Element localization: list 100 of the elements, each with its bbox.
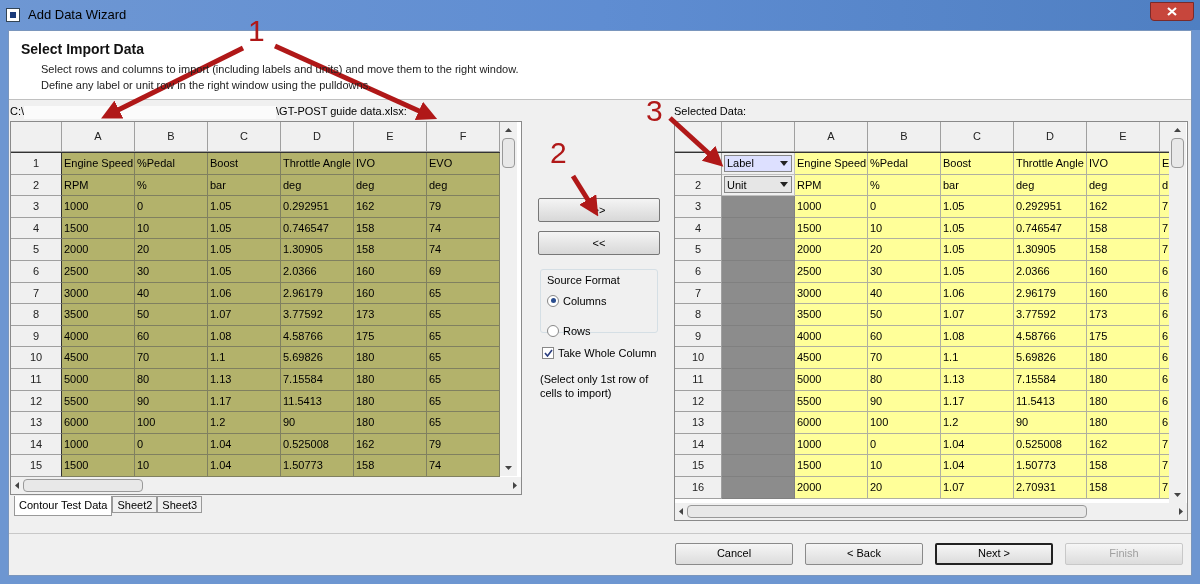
row-header[interactable]: 4	[11, 217, 62, 240]
table-cell[interactable]: 11.5413	[1014, 390, 1087, 413]
column-header[interactable]: A	[795, 122, 868, 152]
table-cell[interactable]: 1.04	[208, 433, 281, 456]
table-cell[interactable]: 1.08	[208, 325, 281, 348]
table-cell[interactable]: 4500	[62, 347, 135, 369]
table-cell[interactable]: 65	[427, 325, 500, 348]
table-cell[interactable]: IVO	[1087, 153, 1160, 175]
sheet-tab[interactable]: Sheet2	[112, 495, 158, 513]
horizontal-scrollbar[interactable]	[675, 503, 1187, 520]
table-cell[interactable]: Throttle Angle	[1014, 153, 1087, 175]
table-cell[interactable]: 65	[427, 390, 500, 413]
table-cell[interactable]: 5500	[795, 390, 868, 413]
table-cell[interactable]: 1.13	[208, 368, 281, 391]
table-cell[interactable]: 50	[868, 304, 941, 326]
table-cell[interactable]: 5500	[62, 390, 135, 413]
table-cell[interactable]: 10	[135, 217, 208, 240]
vertical-scrollbar[interactable]	[1169, 122, 1186, 503]
table-cell[interactable]: 74	[427, 217, 500, 240]
sheet-tab[interactable]: Sheet3	[157, 495, 203, 513]
table-cell[interactable]: 158	[1087, 217, 1160, 240]
table-cell[interactable]: 100	[135, 412, 208, 434]
table-cell[interactable]: EVO	[427, 153, 500, 175]
table-cell[interactable]: 90	[1014, 412, 1087, 434]
row-header[interactable]: 9	[675, 325, 722, 348]
table-cell[interactable]: 1.06	[208, 282, 281, 305]
scrollbar-thumb[interactable]	[1171, 138, 1184, 168]
row-header[interactable]: 8	[675, 304, 722, 326]
row-header[interactable]: 7	[11, 282, 62, 305]
remove-button[interactable]: <<	[538, 231, 660, 255]
table-cell[interactable]: 158	[354, 455, 427, 477]
table-cell[interactable]: 3500	[62, 304, 135, 326]
table-cell[interactable]: 1000	[62, 196, 135, 218]
scroll-left-icon[interactable]	[15, 481, 19, 489]
row-header[interactable]: 9	[11, 325, 62, 348]
table-cell[interactable]: 180	[354, 347, 427, 369]
table-cell[interactable]: 1.05	[208, 217, 281, 240]
table-cell[interactable]: 90	[281, 412, 354, 434]
wizard-button[interactable]: Cancel	[675, 542, 793, 565]
table-cell[interactable]: 7	[1160, 239, 1169, 261]
scrollbar-thumb[interactable]	[502, 138, 515, 168]
table-cell[interactable]: 1.30905	[281, 239, 354, 261]
table-cell[interactable]: 158	[354, 217, 427, 240]
table-cell[interactable]: 5.69826	[1014, 347, 1087, 369]
table-cell[interactable]: 20	[868, 476, 941, 499]
table-cell[interactable]: 5.69826	[281, 347, 354, 369]
table-cell[interactable]: 90	[135, 390, 208, 413]
table-cell[interactable]: 180	[1087, 390, 1160, 413]
table-cell[interactable]: 65	[427, 347, 500, 369]
table-cell[interactable]: 80	[135, 368, 208, 391]
table-cell[interactable]: 4.58766	[1014, 325, 1087, 348]
table-cell[interactable]: Boost	[208, 153, 281, 175]
table-cell[interactable]: 0.746547	[1014, 217, 1087, 240]
table-cell[interactable]: 30	[135, 260, 208, 283]
table-cell[interactable]: 3.77592	[1014, 304, 1087, 326]
table-cell[interactable]: 10	[135, 455, 208, 477]
table-cell[interactable]: 6000	[795, 412, 868, 434]
table-cell[interactable]: 5000	[62, 368, 135, 391]
table-cell[interactable]: 1000	[795, 433, 868, 456]
table-cell[interactable]: 3000	[62, 282, 135, 305]
table-cell[interactable]: 0.292951	[1014, 196, 1087, 218]
row-header[interactable]: 11	[11, 368, 62, 391]
table-cell[interactable]: RPM	[795, 174, 868, 197]
table-cell[interactable]: %Pedal	[135, 153, 208, 175]
table-cell[interactable]: 100	[868, 412, 941, 434]
table-cell[interactable]: 2500	[795, 260, 868, 283]
role-dropdown[interactable]: Label	[724, 154, 792, 172]
table-cell[interactable]: 10	[868, 217, 941, 240]
close-button[interactable]	[1150, 1, 1194, 21]
row-header[interactable]: 2	[11, 174, 62, 197]
table-cell[interactable]: 0	[135, 433, 208, 456]
table-cell[interactable]: 1000	[62, 433, 135, 456]
table-cell[interactable]: 7	[1160, 196, 1169, 218]
table-cell[interactable]: 180	[1087, 347, 1160, 369]
table-cell[interactable]: 180	[1087, 412, 1160, 434]
table-cell[interactable]: 0.746547	[281, 217, 354, 240]
table-cell[interactable]: 1.05	[941, 239, 1014, 261]
table-cell[interactable]: 1.17	[941, 390, 1014, 413]
table-cell[interactable]: %Pedal	[868, 153, 941, 175]
table-cell[interactable]: 1.07	[941, 476, 1014, 499]
table-cell[interactable]: 79	[427, 196, 500, 218]
table-cell[interactable]: 1.05	[941, 217, 1014, 240]
column-header[interactable]: B	[135, 122, 208, 152]
table-cell[interactable]: 1000	[795, 196, 868, 218]
table-cell[interactable]: bar	[941, 174, 1014, 197]
table-cell[interactable]: 158	[1087, 476, 1160, 499]
table-cell[interactable]: 3500	[795, 304, 868, 326]
table-cell[interactable]: 3000	[795, 282, 868, 305]
table-cell[interactable]: 7.15584	[281, 368, 354, 391]
scroll-down-icon[interactable]	[1174, 493, 1181, 497]
table-cell[interactable]: 70	[135, 347, 208, 369]
column-header[interactable]: D	[281, 122, 354, 152]
table-cell[interactable]: 1.05	[208, 260, 281, 283]
table-cell[interactable]: 162	[354, 433, 427, 456]
scroll-up-icon[interactable]	[505, 128, 512, 132]
table-cell[interactable]: 158	[1087, 455, 1160, 477]
table-cell[interactable]: %	[135, 174, 208, 197]
table-cell[interactable]: 0	[868, 196, 941, 218]
row-header[interactable]: 2	[675, 174, 722, 197]
table-cell[interactable]: 162	[1087, 196, 1160, 218]
